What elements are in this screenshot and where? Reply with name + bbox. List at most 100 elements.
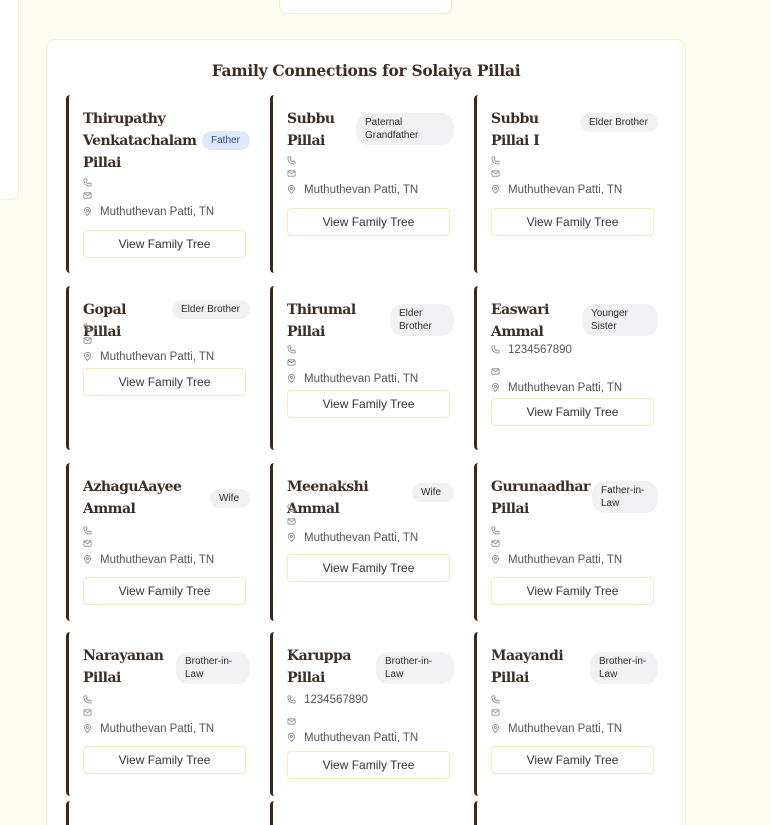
member-name: Karuppa Pillai	[287, 648, 351, 686]
view-family-tree-button[interactable]: View Family Tree	[287, 390, 450, 418]
email-line	[69, 335, 214, 348]
view-family-tree-button[interactable]: View Family Tree	[83, 577, 246, 605]
contact-info: Muthuthevan Patti, TN	[69, 322, 214, 367]
member-name: Easwari Ammal	[491, 302, 549, 340]
phone-icon	[491, 156, 500, 165]
email-line	[273, 168, 418, 181]
relation-badge: Father-in-Law	[592, 481, 658, 513]
location-pin-icon	[288, 733, 295, 742]
location-line: Muthuthevan Patti, TN	[477, 382, 622, 398]
location-line: Muthuthevan Patti, TN	[477, 184, 622, 200]
location-pin-icon	[84, 207, 91, 216]
location-line: Muthuthevan Patti, TN	[477, 723, 622, 739]
member-name: Subbu Pillai	[287, 111, 335, 149]
phone-icon	[83, 178, 92, 187]
mail-icon	[83, 192, 92, 199]
view-family-tree-button[interactable]: View Family Tree	[287, 751, 450, 779]
member-card-header: Maayandi Pillai Brother-in-Law	[477, 632, 658, 689]
contact-info: Muthuthevan Patti, TN	[273, 344, 418, 389]
location-line: Muthuthevan Patti, TN	[273, 184, 418, 200]
phone-line	[477, 694, 622, 707]
mail-icon	[287, 170, 296, 177]
mail-icon	[287, 518, 296, 525]
phone-icon	[83, 526, 92, 535]
relation-badge: Wife	[412, 483, 454, 502]
location-pin-icon	[492, 383, 499, 392]
phone-line	[273, 155, 418, 168]
location-text: Muthuthevan Patti, TN	[508, 554, 623, 566]
relation-badge: Brother-in-Law	[376, 652, 454, 684]
location-line: Muthuthevan Patti, TN	[69, 206, 214, 222]
member-card: Subbu Pillai I Elder Brother Muthuthevan P…	[474, 95, 658, 273]
location-pin-icon	[288, 185, 295, 194]
phone-line	[69, 525, 214, 538]
member-name: Narayanan Pillai	[83, 648, 164, 686]
phone-line	[69, 694, 214, 707]
relation-badge: Elder Brother	[580, 113, 658, 132]
member-card-header: Easwari Ammal Younger Sister	[477, 286, 658, 343]
contact-info: Muthuthevan Patti, TN	[69, 177, 214, 222]
view-family-tree-button[interactable]: View Family Tree	[83, 746, 246, 774]
member-card: Karuppa Pillai Brother-in-Law 1234567890 Mu…	[270, 632, 454, 796]
family-connections-panel: Family Connections for Solaiya Pillai Th…	[46, 39, 686, 825]
view-family-tree-button[interactable]: View Family Tree	[491, 208, 654, 236]
relation-badge: Paternal Grandfather	[356, 113, 454, 145]
mail-icon	[491, 540, 500, 547]
view-family-tree-button[interactable]: View Family Tree	[83, 230, 246, 258]
mail-icon	[287, 359, 296, 366]
relation-badge: Wife	[210, 489, 250, 508]
phone-icon	[287, 695, 296, 704]
email-line	[273, 716, 418, 729]
member-card-header: Subbu Pillai Paternal Grandfather	[273, 95, 454, 152]
phone-icon	[83, 695, 92, 704]
location-line: Muthuthevan Patti, TN	[69, 351, 214, 367]
view-family-tree-button[interactable]: View Family Tree	[83, 368, 246, 396]
location-text: Muthuthevan Patti, TN	[304, 732, 419, 744]
location-line: Muthuthevan Patti, TN	[273, 732, 418, 748]
email-line	[69, 538, 214, 551]
relation-badge: Elder Brother	[390, 304, 454, 336]
contact-info: Muthuthevan Patti, TN	[273, 503, 418, 548]
location-line: Muthuthevan Patti, TN	[69, 723, 214, 739]
member-card: AzhaguAayee Ammal Wife Muthuthevan Patti, …	[66, 463, 250, 621]
phone-icon	[83, 323, 92, 332]
phone-line	[69, 322, 214, 335]
member-card: Thirumal Pillai Elder Brother Muthuthevan …	[270, 286, 454, 450]
location-text: Muthuthevan Patti, TN	[100, 723, 215, 735]
member-card-header: Gurunaadhar Pillai Father-in-Law	[477, 463, 658, 520]
location-pin-icon	[492, 724, 499, 733]
email-line	[477, 707, 622, 720]
mail-icon	[491, 368, 500, 375]
email-line	[69, 190, 214, 203]
mail-icon	[287, 718, 296, 725]
location-text: Muthuthevan Patti, TN	[304, 373, 419, 385]
contact-info: 1234567890 Muthuthevan Patti, TN	[273, 694, 418, 748]
member-card: Subbu Pillai Paternal Grandfather Muthuthe…	[270, 95, 454, 273]
email-line	[477, 168, 622, 181]
phone-number: 1234567890	[508, 344, 572, 356]
view-family-tree-button[interactable]: View Family Tree	[287, 208, 450, 236]
member-card-partial	[66, 801, 250, 825]
location-text: Muthuthevan Patti, TN	[508, 723, 623, 735]
member-card-header: Narayanan Pillai Brother-in-Law	[69, 632, 250, 689]
member-card: Gopal Pillai Elder Brother Muthuthevan Pat…	[66, 286, 250, 450]
location-text: Muthuthevan Patti, TN	[100, 206, 215, 218]
view-family-tree-button[interactable]: View Family Tree	[491, 746, 654, 774]
location-line: Muthuthevan Patti, TN	[273, 373, 418, 389]
relation-badge: Younger Sister	[582, 304, 658, 336]
contact-info: Muthuthevan Patti, TN	[69, 694, 214, 739]
location-text: Muthuthevan Patti, TN	[100, 554, 215, 566]
view-family-tree-button[interactable]: View Family Tree	[287, 554, 450, 582]
panel-title: Family Connections for Solaiya Pillai	[211, 61, 521, 80]
member-name: Subbu Pillai I	[491, 111, 540, 149]
location-text: Muthuthevan Patti, TN	[304, 184, 419, 196]
view-family-tree-button[interactable]: View Family Tree	[491, 398, 654, 426]
view-family-tree-button[interactable]: View Family Tree	[491, 577, 654, 605]
member-card: Easwari Ammal Younger Sister 1234567890 Mut…	[474, 286, 658, 450]
phone-line	[477, 525, 622, 538]
relation-badge: Elder Brother	[172, 300, 250, 319]
phone-line	[69, 177, 214, 190]
phone-icon	[287, 504, 296, 513]
member-card-header: Thirupathy Venkatachalam Pillai Father	[69, 95, 250, 174]
location-text: Muthuthevan Patti, TN	[508, 184, 623, 196]
